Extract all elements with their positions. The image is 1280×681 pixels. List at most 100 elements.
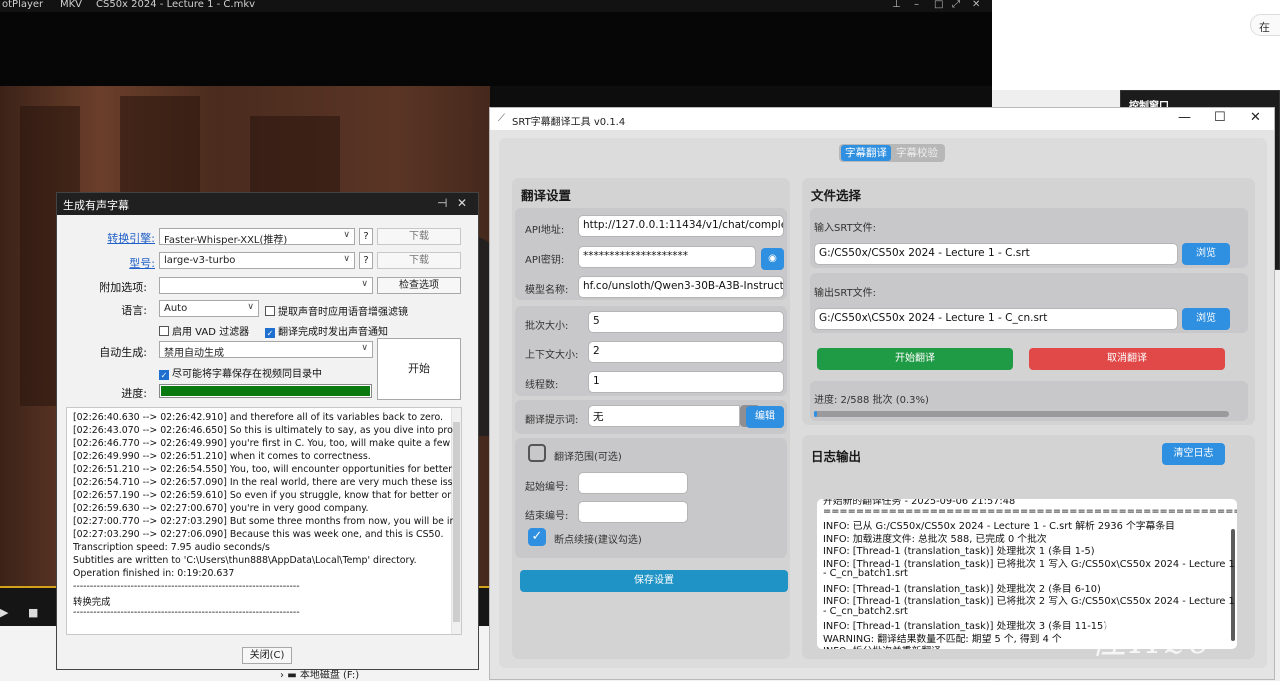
threads-input[interactable]: 1 [588, 371, 784, 393]
log-line: Transcription speed: 7.95 audio seconds/… [73, 542, 270, 553]
progress-fill [814, 411, 817, 417]
model-name-input[interactable]: hf.co/unsloth/Qwen3-30B-A3B-Instruct-250… [578, 276, 784, 298]
autogen-select[interactable]: 禁用自动生成 ∨ [159, 341, 373, 359]
output-file-label: 输出SRT文件: [814, 288, 877, 299]
output-browse-button[interactable]: 浏览 [1182, 308, 1230, 330]
enhance-filter-checkbox[interactable]: 提取声音时应用语音增强滤镜 [265, 303, 408, 318]
log-title: 日志输出 [811, 449, 862, 464]
engine-select[interactable]: Faster-Whisper-XXL(推荐) ∨ [159, 228, 355, 246]
engine-label[interactable]: 转换引擎: [65, 230, 155, 246]
batch-size-input[interactable]: 5 [588, 311, 784, 333]
batch-size-label: 批次大小: [525, 321, 569, 332]
language-select[interactable]: Auto ∨ [159, 300, 259, 317]
notify-checkbox[interactable]: ✓ 翻译完成时发出声音通知 [265, 323, 388, 338]
window-close-icon[interactable]: ✕ [1250, 110, 1261, 125]
log-line: ========================================… [823, 505, 1237, 517]
log-line: Subtitles are written to 'C:\Users\thun8… [73, 555, 417, 566]
start-translate-button[interactable]: 开始翻译 [817, 348, 1013, 370]
engine-value: Faster-Whisper-XXL(推荐) [164, 235, 288, 246]
log-line: Operation finished in: 0:19:20.637 [73, 568, 235, 579]
threads-label: 线程数: [525, 380, 559, 391]
model-download-button[interactable]: 下载 [377, 252, 461, 269]
log-line: [02:26:46.770 --> 02:26:49.990] you're f… [73, 438, 453, 449]
input-browse-button[interactable]: 浏览 [1182, 243, 1230, 265]
eye-icon[interactable]: ◉ [761, 248, 784, 270]
srt-titlebar: ⟋ SRT字幕翻译工具 v0.1.4 — ☐ ✕ [490, 108, 1274, 130]
stop-icon[interactable]: ■ [28, 606, 38, 619]
restore-icon[interactable]: □ [934, 0, 943, 10]
video-letterbox [0, 12, 992, 86]
api-key-input[interactable]: ******************** [578, 246, 756, 268]
save-same-dir-label: 尽可能将字幕保存在视频同目录中 [172, 369, 322, 380]
input-file-label: 输入SRT文件: [814, 223, 877, 234]
save-same-dir-checkbox[interactable]: ✓ 尽可能将字幕保存在视频同目录中 [159, 365, 322, 380]
watermark: 桂Hzc [1090, 621, 1213, 662]
scroll-thumb[interactable] [453, 422, 460, 622]
srt-main: 字幕翻译 字幕校验 翻译设置 API地址: http://127.0.0.1:1… [499, 138, 1267, 668]
chevron-down-icon: ∨ [361, 343, 368, 353]
resume-label: 断点续接(建议勾选) [554, 535, 642, 546]
browser-address-bar[interactable]: 在 [1250, 14, 1280, 36]
log-line: - C_cn_batch2.srt [823, 605, 908, 617]
check-options-button[interactable]: 检查选项 [377, 277, 461, 294]
start-button[interactable]: 开始 [377, 338, 461, 400]
dialog-close-icon[interactable]: ✕ [457, 196, 467, 210]
pin-icon[interactable]: ⊥ [892, 0, 901, 10]
clear-log-button[interactable]: 清空日志 [1162, 443, 1225, 465]
prompt-select[interactable]: 无 [588, 405, 740, 427]
close-button[interactable]: 关闭(C) [242, 647, 292, 664]
end-no-input[interactable] [578, 501, 688, 523]
log-line: [02:26:59.630 --> 02:27:00.670] you're i… [73, 503, 369, 514]
check-icon: ✓ [531, 529, 543, 544]
play-icon[interactable]: ▶ [0, 606, 8, 619]
translate-progress-bar [814, 411, 1229, 417]
pin-icon[interactable]: ⊣ [437, 196, 447, 210]
log-line: [02:27:00.770 --> 02:27:03.290] But some… [73, 516, 453, 527]
edit-button[interactable]: 编辑 [746, 406, 784, 428]
enhance-filter-label: 提取声音时应用语音增强滤镜 [278, 307, 408, 318]
log-line: [02:26:54.710 --> 02:26:57.090] In the r… [73, 477, 453, 488]
model-name-label: 模型名称: [525, 285, 569, 296]
vad-filter-checkbox[interactable]: 启用 VAD 过滤器 [159, 323, 249, 338]
prompt-label: 翻译提示词: [525, 415, 579, 426]
extra-label: 附加选项: [99, 281, 147, 294]
check-icon: ✓ [265, 328, 275, 338]
save-settings-button[interactable]: 保存设置 [520, 570, 788, 592]
progress-label: 进度: [121, 387, 147, 400]
range-label: 翻译范围(可选) [554, 452, 622, 463]
player-app-name: otPlayer [2, 0, 44, 10]
output-file-path[interactable]: G:/CS50x\CS50x 2024 - Lecture 1 - C_cn.s… [814, 308, 1178, 330]
player-close-icon[interactable]: ✕ [972, 0, 980, 10]
drive-icon: ▬ [287, 670, 297, 681]
api-url-input[interactable]: http://127.0.0.1:11434/v1/chat/completio… [578, 215, 784, 237]
fullscreen-icon[interactable]: ⤢ [952, 0, 960, 10]
tab-translate[interactable]: 字幕翻译 [841, 145, 891, 161]
start-no-input[interactable] [578, 472, 688, 494]
file-title: 文件选择 [811, 188, 862, 203]
input-file-path[interactable]: G:/CS50x/CS50x 2024 - Lecture 1 - C.srt [814, 243, 1178, 265]
tree-item-label: 本地磁盘 (F:) [299, 670, 360, 681]
checkbox-box [159, 326, 169, 336]
tab-verify[interactable]: 字幕校验 [892, 145, 942, 161]
engine-download-button[interactable]: 下载 [377, 228, 461, 245]
range-checkbox[interactable] [528, 444, 546, 462]
model-help-button[interactable]: ? [359, 252, 373, 269]
maximize-icon[interactable]: ☐ [1214, 110, 1226, 125]
progress-bar [159, 384, 372, 398]
cancel-translate-button[interactable]: 取消翻译 [1029, 348, 1225, 370]
engine-help-button[interactable]: ? [359, 228, 373, 245]
notify-label: 翻译完成时发出声音通知 [278, 327, 388, 338]
language-label: 语言: [121, 304, 147, 317]
transcription-log[interactable]: [02:26:40.630 --> 02:26:42.910] and ther… [66, 407, 462, 635]
extra-options-select[interactable]: ∨ [159, 277, 373, 294]
minimize-icon[interactable]: – [914, 0, 919, 10]
model-label[interactable]: 型号: [65, 255, 155, 271]
vad-filter-label: 启用 VAD 过滤器 [172, 327, 250, 338]
log-line: [02:26:49.990 --> 02:26:51.210] when it … [73, 451, 371, 462]
progress-text: 进度: 2/588 批次 (0.3%) [814, 395, 929, 406]
context-size-input[interactable]: 2 [588, 341, 784, 363]
minimize-icon[interactable]: — [1178, 110, 1191, 125]
model-select[interactable]: large-v3-turbo ∨ [159, 252, 355, 269]
resume-checkbox[interactable]: ✓ [528, 528, 546, 546]
chevron-down-icon: ∨ [343, 230, 350, 240]
